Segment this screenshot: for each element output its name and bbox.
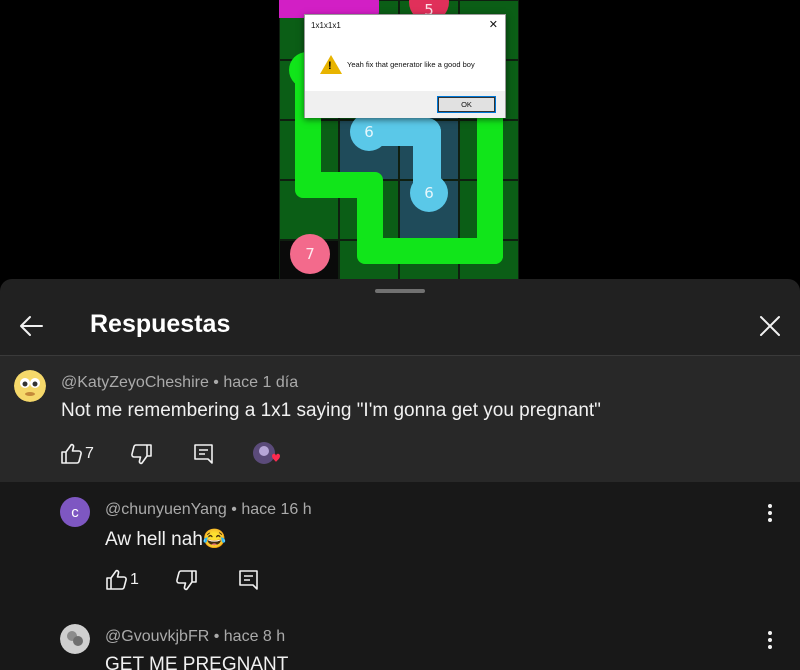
creator-heart-icon [253,442,280,464]
avatar[interactable] [60,624,90,654]
dialog-title: 1x1x1x1 [311,21,341,30]
dialog-message: Yeah fix that generator like a good boy [347,60,475,69]
reply-time: hace 8 h [223,628,286,645]
comment-time: hace 1 día [223,374,299,391]
dislike-icon[interactable] [173,568,199,592]
reply-time: hace 16 h [241,501,312,518]
dislike-icon[interactable] [128,442,154,466]
reply-icon[interactable] [236,568,262,592]
more-options-icon[interactable] [764,629,776,651]
comment-text: Not me remembering a 1x1 saying "I'm gon… [61,400,601,421]
pink-endpoint: 7 [290,234,330,274]
reply-author[interactable]: @chunyuenYang [105,501,227,518]
back-arrow-icon[interactable] [17,312,45,340]
separator-dot: • [208,374,224,391]
avatar[interactable]: c [60,497,90,527]
dialog-close-icon[interactable]: ✕ [489,18,498,31]
reply-icon[interactable] [191,442,217,466]
blue-endpoint: 6 [410,174,448,212]
like-count: 7 [85,445,94,462]
replies-panel: Respuestas @KatyZeyoCheshire • hace 1 dí… [0,279,800,670]
replies-list: c @chunyuenYang • hace 16 h Aw hell nah😂… [0,482,800,670]
close-icon[interactable] [757,313,783,339]
panel-title: Respuestas [90,310,231,338]
more-options-icon[interactable] [764,502,776,524]
reply-author[interactable]: @GvouvkjbFR [105,628,209,645]
dialog-footer: OK [305,91,505,118]
parent-comment: @KatyZeyoCheshire • hace 1 día Not me re… [0,356,800,482]
comment-author[interactable]: @KatyZeyoCheshire [61,374,209,391]
blue-endpoint: 6 [350,113,388,151]
reply-text: GET ME PREGNANT [105,654,289,670]
like-count: 1 [130,571,139,588]
like-icon[interactable] [104,568,130,592]
reply-text: Aw hell nah😂 [105,529,227,550]
separator-dot: • [209,628,224,645]
message-dialog: 1x1x1x1 ✕ ! Yeah fix that generator like… [304,14,506,118]
video-player[interactable]: 5 6 6 7 1x1x1x1 ✕ ! Yeah fix that genera… [0,0,800,283]
warning-icon: ! [320,55,342,74]
drag-handle[interactable] [375,289,425,293]
avatar[interactable] [14,370,46,402]
ok-button[interactable]: OK [437,96,496,113]
separator-dot: • [226,501,242,518]
like-icon[interactable] [59,442,85,466]
